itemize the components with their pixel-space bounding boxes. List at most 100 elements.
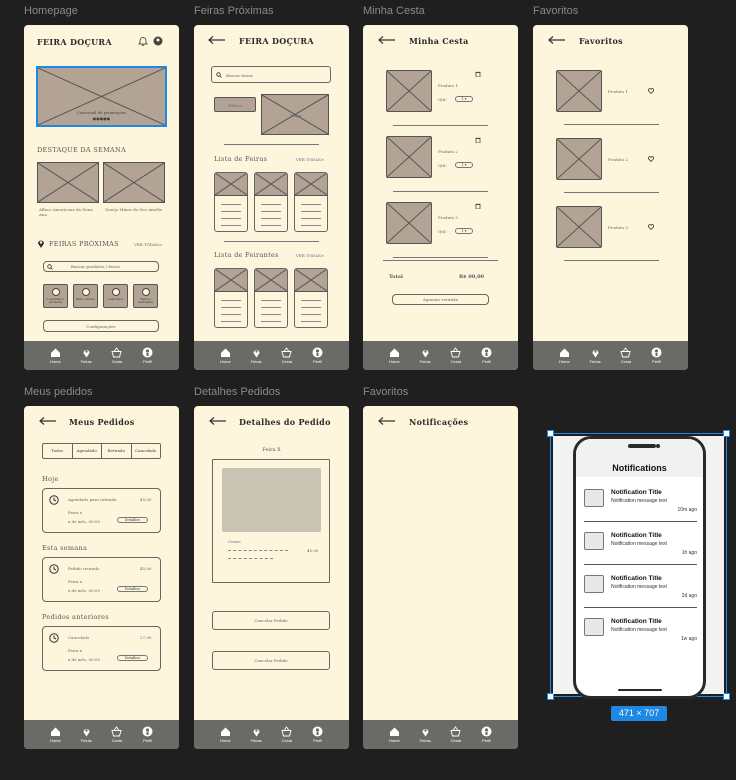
config-button[interactable]: Configurações xyxy=(43,320,159,332)
notification-item[interactable]: Notification Title Notification message t… xyxy=(584,485,697,523)
tab-retirado[interactable]: Retirado xyxy=(102,444,132,458)
nav-item-perfil[interactable]: Perfil xyxy=(133,347,163,364)
favoritos-frame[interactable]: Favoritos Produto 1 Produto 2 Produto 3 Ho… xyxy=(533,25,688,370)
feiras-frame[interactable]: FEIRA DOÇURA Buscar feiras Filtros Mapa … xyxy=(194,25,349,370)
fair-card[interactable] xyxy=(254,268,288,328)
order-card[interactable]: Agendado para retirada 45,00 Feira x x de m… xyxy=(42,488,161,533)
cancel-order-button-2[interactable]: Cancelar Pedido xyxy=(212,651,330,670)
highlight-image-2[interactable] xyxy=(103,162,165,203)
details-button[interactable]: Detalhes xyxy=(117,586,148,592)
nav-item-home[interactable]: Home xyxy=(40,726,70,743)
qty-stepper[interactable]: 1 ▾ xyxy=(455,228,473,234)
nav-item-home[interactable]: Home xyxy=(210,347,240,364)
notification-item[interactable]: Notification Title Notification message t… xyxy=(584,614,697,652)
nav-item-cesta[interactable]: Cesta xyxy=(102,726,132,743)
category-tile[interactable]: Bens e derivados xyxy=(133,284,158,308)
resize-handle[interactable] xyxy=(547,693,554,700)
back-arrow-icon[interactable] xyxy=(378,36,396,44)
homepage-frame[interactable]: FEIRA DOÇURA Carrossel de promoções ●●●●… xyxy=(24,25,179,370)
trash-icon[interactable] xyxy=(475,137,481,143)
heart-icon[interactable] xyxy=(648,156,654,162)
category-tile[interactable]: Legumes e verduras xyxy=(43,284,68,308)
nav-item-home[interactable]: Home xyxy=(379,726,409,743)
favorite-image[interactable] xyxy=(556,70,602,112)
back-arrow-icon[interactable] xyxy=(39,417,57,425)
nav-item-cesta[interactable]: Cesta xyxy=(611,347,641,364)
back-arrow-icon[interactable] xyxy=(378,417,396,425)
category-tile[interactable]: Laticínios xyxy=(103,284,128,308)
nav-item-perfil[interactable]: Perfil xyxy=(472,347,502,364)
resize-handle[interactable] xyxy=(723,430,730,437)
nav-item-home[interactable]: Home xyxy=(40,347,70,364)
nav-item-feiras[interactable]: Feiras xyxy=(410,726,440,743)
heart-icon[interactable] xyxy=(648,88,654,94)
nav-item-feiras[interactable]: Feiras xyxy=(241,726,271,743)
filter-button[interactable]: Filtros xyxy=(214,97,256,112)
nav-item-cesta[interactable]: Cesta xyxy=(272,726,302,743)
cesta-frame[interactable]: Minha Cesta Produto 1 Qtd: 1 ▾ Produto 2 Qtd… xyxy=(363,25,518,370)
back-arrow-icon[interactable] xyxy=(209,417,227,425)
nav-item-perfil[interactable]: Perfil xyxy=(303,726,333,743)
favorite-image[interactable] xyxy=(556,206,602,248)
phone-selection-box[interactable]: Notifications Notification Title Notifica… xyxy=(547,430,730,700)
product-image[interactable] xyxy=(386,202,432,244)
back-arrow-icon[interactable] xyxy=(208,36,226,44)
qty-stepper[interactable]: 1 ▾ xyxy=(455,162,473,168)
search-input[interactable]: Buscar produtos / feiras xyxy=(43,261,159,272)
fair-card[interactable] xyxy=(214,268,248,328)
tab-cancelado[interactable]: Cancelado xyxy=(132,444,161,458)
nav-item-feiras[interactable]: Feiras xyxy=(241,347,271,364)
nav-item-cesta[interactable]: Cesta xyxy=(441,726,471,743)
fair-card[interactable] xyxy=(294,268,328,328)
see-all-link[interactable]: VER TODAS> xyxy=(134,242,162,247)
nav-item-perfil[interactable]: Perfil xyxy=(472,726,502,743)
nav-item-cesta[interactable]: Cesta xyxy=(102,347,132,364)
heart-icon[interactable] xyxy=(648,224,654,230)
tab-todos[interactable]: Todos xyxy=(43,444,73,458)
nav-item-cesta[interactable]: Cesta xyxy=(441,347,471,364)
details-button[interactable]: Detalhes xyxy=(117,655,148,661)
detalhes-frame[interactable]: Detalhes do Pedido Feira X Couve 45,00 C… xyxy=(194,406,349,749)
nav-item-feiras[interactable]: Feiras xyxy=(580,347,610,364)
nav-item-perfil[interactable]: Perfil xyxy=(133,726,163,743)
notification-item[interactable]: Notification Title Notification message t… xyxy=(584,528,697,566)
product-image[interactable] xyxy=(386,70,432,112)
schedule-pickup-button[interactable]: Agendar retirada xyxy=(392,294,489,305)
fair-card[interactable] xyxy=(254,172,288,232)
promo-carousel[interactable]: Carrossel de promoções ●●●●● xyxy=(36,66,167,127)
pedidos-frame[interactable]: Meus Pedidos Todos Agendado Retirado Can… xyxy=(24,406,179,749)
details-button[interactable]: Detalhes xyxy=(117,517,148,523)
see-all-fairs-link[interactable]: VER TODAS> xyxy=(296,157,324,162)
nav-item-feiras[interactable]: Feiras xyxy=(410,347,440,364)
trash-icon[interactable] xyxy=(475,71,481,77)
profile-icon[interactable] xyxy=(153,36,163,46)
trash-icon[interactable] xyxy=(475,203,481,209)
resize-handle[interactable] xyxy=(723,693,730,700)
notification-item[interactable]: Notification Title Notification message t… xyxy=(584,571,697,609)
nav-item-home[interactable]: Home xyxy=(549,347,579,364)
map-preview[interactable]: Mapa xyxy=(261,94,329,135)
nav-item-home[interactable]: Home xyxy=(379,347,409,364)
see-all-vendors-link[interactable]: VER TODAS> xyxy=(296,253,324,258)
fair-card[interactable] xyxy=(294,172,328,232)
carousel-dots[interactable]: ●●●●● xyxy=(38,116,165,121)
notificacoes-frame[interactable]: Notificações Home Feiras Cesta Perfil xyxy=(363,406,518,749)
favorite-image[interactable] xyxy=(556,138,602,180)
nav-item-perfil[interactable]: Perfil xyxy=(303,347,333,364)
bell-icon[interactable] xyxy=(138,36,148,46)
qty-stepper[interactable]: 1 ▾ xyxy=(455,96,473,102)
product-image[interactable] xyxy=(386,136,432,178)
cancel-order-button[interactable]: Cancelar Pedido xyxy=(212,611,330,630)
order-card[interactable]: Cancelado 27,00 Feira x x de mês, 00:00 Deta… xyxy=(42,626,161,671)
order-card[interactable]: Pedido retirado 45,00 Feira x x de mês, 00:… xyxy=(42,557,161,602)
nav-item-cesta[interactable]: Cesta xyxy=(272,347,302,364)
highlight-image-1[interactable] xyxy=(37,162,99,203)
back-arrow-icon[interactable] xyxy=(548,36,566,44)
nav-item-feiras[interactable]: Feiras xyxy=(71,347,101,364)
nav-item-perfil[interactable]: Perfil xyxy=(642,347,672,364)
tab-agendado[interactable]: Agendado xyxy=(73,444,102,458)
nav-item-home[interactable]: Home xyxy=(210,726,240,743)
nav-item-feiras[interactable]: Feiras xyxy=(71,726,101,743)
fair-card[interactable] xyxy=(214,172,248,232)
category-tile[interactable]: Mel e frutas xyxy=(73,284,98,308)
